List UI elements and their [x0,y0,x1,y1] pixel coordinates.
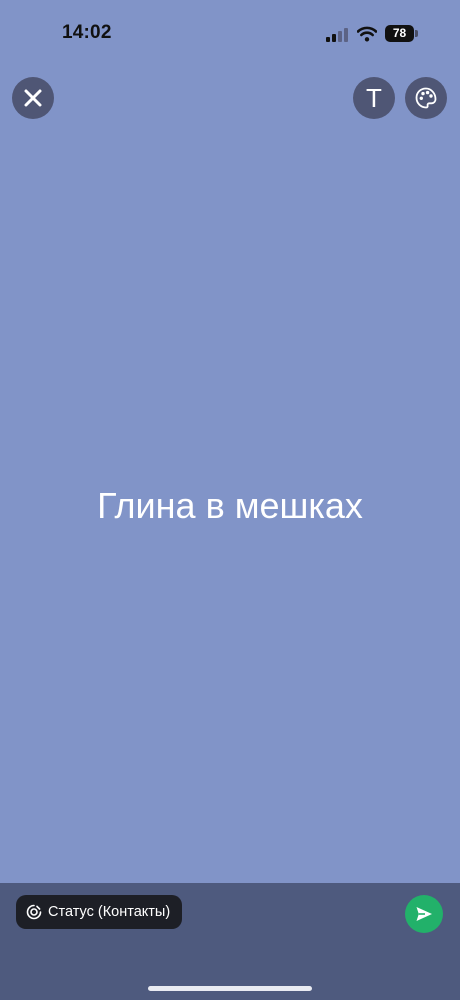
home-indicator[interactable] [148,986,312,991]
audience-selector[interactable]: Статус (Контакты) [16,895,183,929]
status-time: 14:02 [62,22,112,43]
composer-bar: Статус (Контакты) [0,883,460,1000]
palette-icon [415,87,437,109]
send-icon [416,907,432,921]
text-icon: T [366,83,382,113]
send-button[interactable] [405,895,443,933]
status-text[interactable]: Глина в мешках [0,484,460,528]
battery-icon: 78 [385,25,419,42]
battery-level: 78 [385,25,414,42]
close-icon [24,89,42,107]
wifi-icon [357,26,377,42]
battery-cap [415,30,418,37]
status-bar: 14:02 78 [0,0,460,68]
audience-label: Статус (Контакты) [48,904,171,920]
close-button[interactable] [12,77,54,119]
status-ring-icon [26,904,42,920]
signal-icon [326,28,348,42]
background-color-button[interactable] [405,77,447,119]
text-style-button[interactable]: T [353,77,395,119]
